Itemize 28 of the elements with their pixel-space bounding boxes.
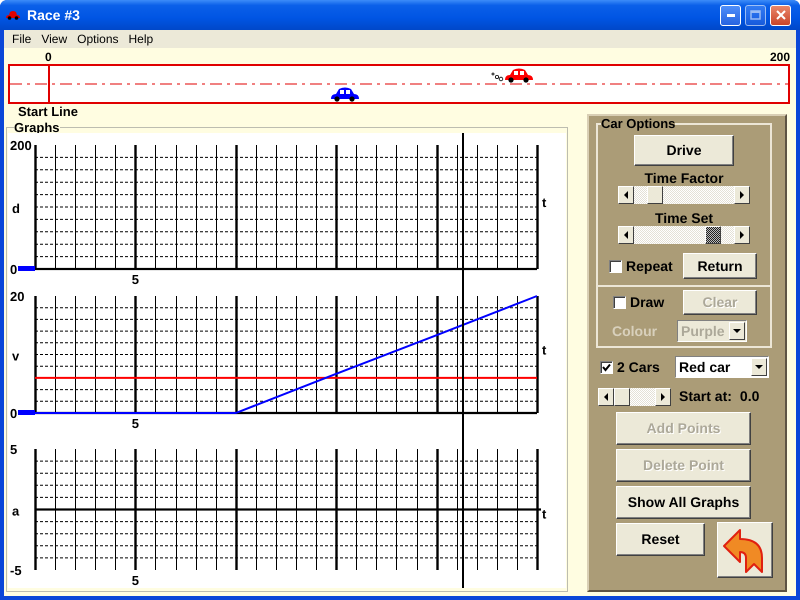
axis-label: v [12, 348, 20, 364]
start-line-label: Start Line [17, 104, 79, 119]
checkbox-label: 2 Cars [617, 358, 661, 376]
slider-label: Time Set [654, 210, 714, 226]
axis-label: t [542, 195, 546, 210]
axis-tick-label: 200 [10, 138, 32, 153]
axis-tick-label: 5 [132, 573, 140, 588]
group-title: Car Options [601, 116, 676, 131]
distance-label: 200 [770, 49, 790, 66]
window-title: Race #3 [27, 6, 81, 24]
axis-label: d [12, 201, 20, 216]
axis-label: t [542, 342, 546, 358]
field-label: Colour [612, 322, 658, 340]
axis-tick-label: 20 [10, 289, 24, 304]
slider-label: Time Factor [644, 170, 724, 186]
axis-tick-label: 5 [132, 272, 140, 285]
start-label: Start at: [679, 387, 732, 406]
axis-tick-label: 0 [10, 406, 18, 421]
checkbox-label: Draw [630, 293, 666, 312]
axis-label: t [542, 506, 546, 522]
axis-tick-label: 0 [10, 262, 18, 277]
axis-tick-label: 5 [132, 416, 140, 431]
axis-tick-label: -5 [10, 563, 22, 578]
start-value: 0.0 [740, 387, 760, 406]
checkbox-label: Repeat [626, 256, 674, 276]
axis-label: a [12, 504, 20, 518]
axis-tick-label: 5 [10, 442, 18, 457]
distance-label: 0 [45, 49, 52, 66]
